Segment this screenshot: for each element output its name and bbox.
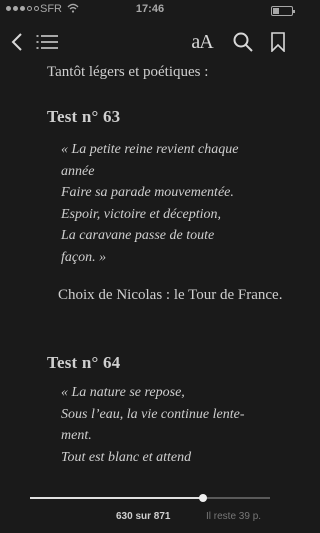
bookmark-icon <box>271 32 285 52</box>
poem-line: Faire sa parade mouvementée. <box>61 185 234 200</box>
poem-excerpt: « La petite reine revient chaque année F… <box>0 139 300 268</box>
poem-line: année <box>61 163 95 179</box>
progress-knob[interactable] <box>198 494 207 502</box>
font-size-label: aA <box>191 30 213 53</box>
chevron-left-icon <box>11 33 22 51</box>
poem-line: Espoir, victoire et déception, <box>61 206 222 222</box>
poem-line: ment. <box>61 428 92 443</box>
battery-icon <box>271 6 295 16</box>
status-time: 17:46 <box>135 3 165 15</box>
status-bar: SFR 17:46 <box>0 0 300 20</box>
section-heading: Test n° 64 <box>47 353 121 372</box>
table-of-contents-button[interactable] <box>32 20 62 64</box>
search-icon <box>233 32 253 52</box>
back-button[interactable] <box>4 20 30 64</box>
poem-line: façon. » <box>61 249 107 265</box>
bookmark-button[interactable] <box>266 20 290 64</box>
section-heading: Test n° 63 <box>47 107 121 126</box>
pages-remaining: Il reste 39 p. <box>206 511 262 522</box>
poem-line: La caravane passe de toute <box>61 228 215 243</box>
poem-line: « La nature se repose, <box>61 385 185 400</box>
poem-line: « La petite reine revient chaque <box>61 142 239 157</box>
page-position: 630 sur 871 <box>116 511 171 522</box>
progress-fill <box>30 497 203 499</box>
poem-excerpt: « La nature se repose, Sous l’eau, la vi… <box>0 382 300 468</box>
body-paragraph: Choix de Nicolas : le Tour de France. <box>58 287 283 303</box>
list-icon <box>36 35 58 49</box>
reader-toolbar: aA <box>0 20 300 64</box>
font-size-button[interactable]: aA <box>186 20 218 64</box>
reading-progress-slider[interactable] <box>30 490 270 506</box>
poem-line: Tout est blanc et attend <box>61 449 192 465</box>
intro-text: Tantôt légers et poétiques : <box>47 64 209 80</box>
poem-line: Sous l’eau, la vie continue lente- <box>61 406 245 422</box>
search-button[interactable] <box>230 20 256 64</box>
